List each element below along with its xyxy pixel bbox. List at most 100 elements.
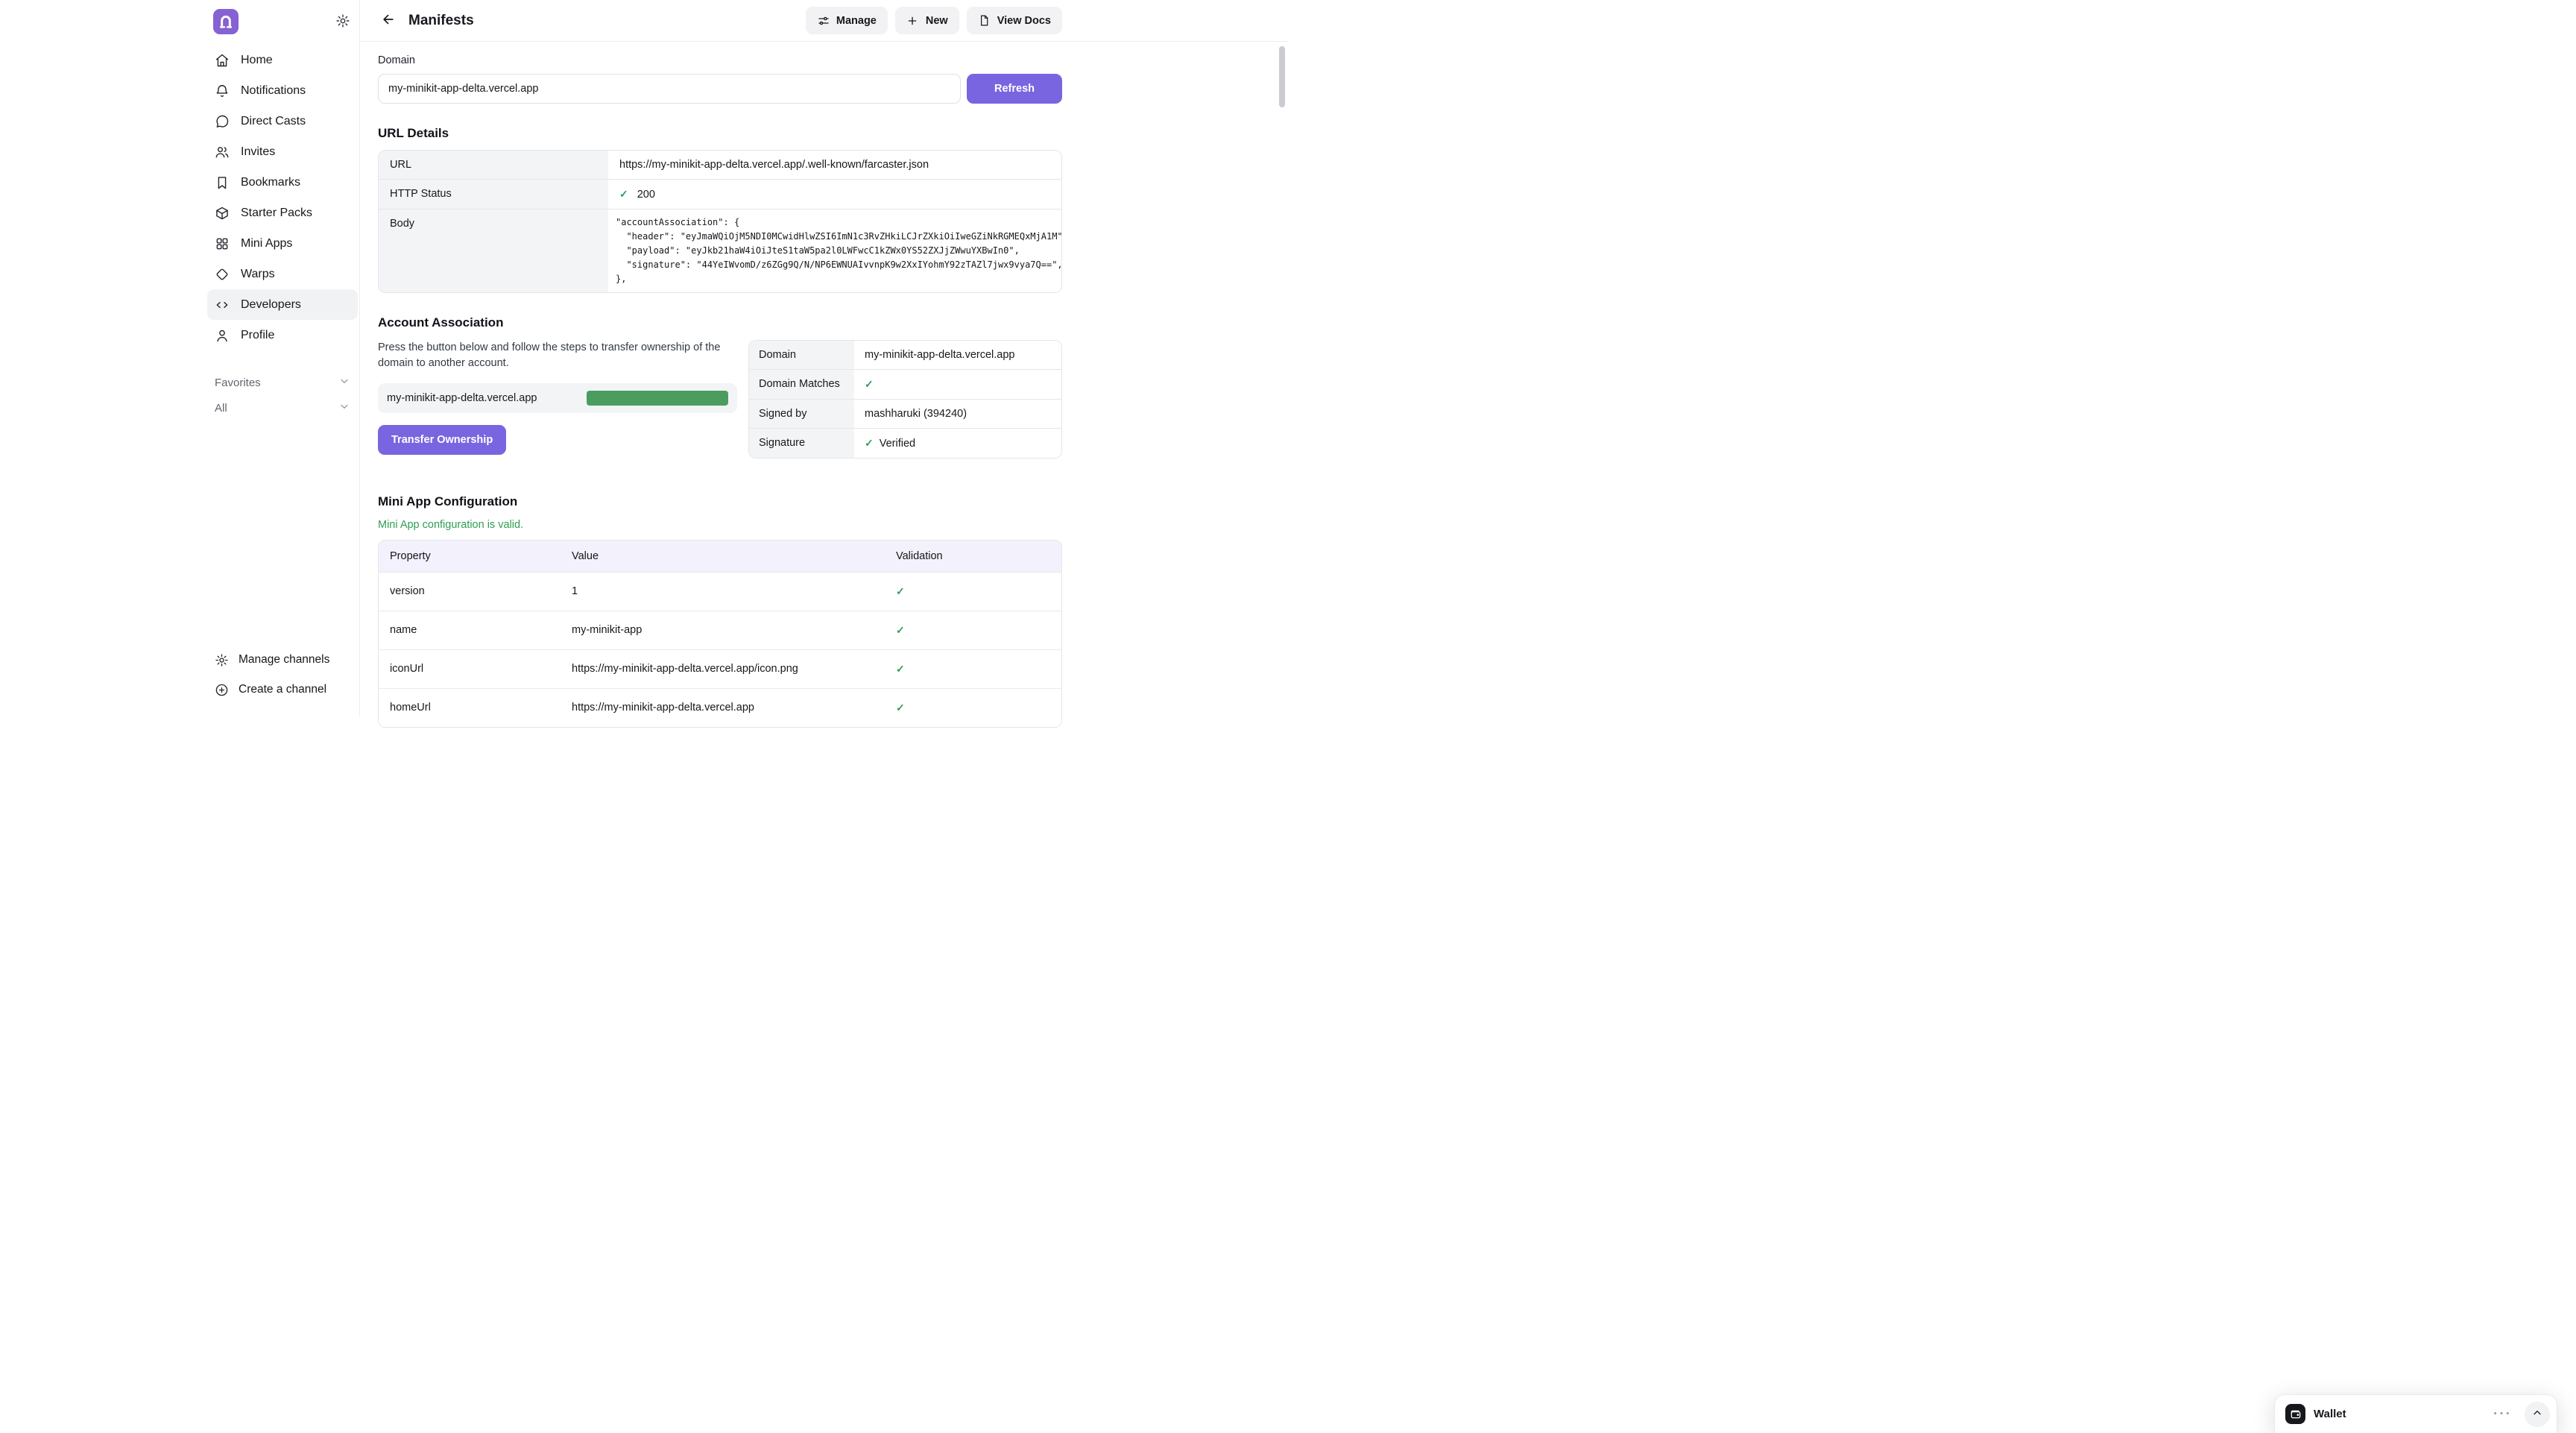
wallet-bar[interactable]: Wallet ··· (2274, 1394, 2557, 1433)
code-line: }, (616, 272, 1061, 286)
main-panel: Manifests Manage New (360, 0, 1288, 716)
wallet-collapse-button[interactable] (2525, 1402, 2550, 1427)
gear-icon (335, 13, 350, 31)
table-row: Signature ✓ Verified (749, 428, 1061, 458)
sidebar-item-warps[interactable]: Warps (207, 259, 358, 289)
chat-bubble-icon (215, 114, 231, 129)
account-association-table: Domain my-minikit-app-delta.vercel.app D… (748, 340, 1062, 459)
favorites-toggle[interactable]: Favorites (207, 370, 358, 395)
sidebar-item-label: Mini Apps (241, 237, 292, 251)
url-details-heading: URL Details (378, 126, 1062, 141)
check-icon: ✓ (896, 702, 905, 714)
sidebar-item-notifications[interactable]: Notifications (207, 75, 358, 106)
all-label: All (215, 402, 227, 415)
new-button[interactable]: New (895, 7, 959, 34)
property-cell: version (379, 573, 561, 611)
sidebar-nav: Home Notifications Direct Casts Invites (207, 45, 358, 350)
ellipsis-icon: ··· (2493, 1406, 2512, 1422)
sidebar-item-starter-packs[interactable]: Starter Packs (207, 198, 358, 228)
scrollbar-thumb[interactable] (1279, 46, 1285, 107)
grid-icon (215, 236, 231, 251)
refresh-button[interactable]: Refresh (967, 74, 1062, 104)
code-line: "header": "eyJmaWQiOjM5NDI0MCwidHlwZSI6I… (616, 230, 1061, 244)
gear-icon (215, 653, 230, 667)
app-root: Home Notifications Direct Casts Invites (0, 0, 1288, 716)
table-row: URL https://my-minikit-app-delta.vercel.… (379, 151, 1061, 179)
sidebar-item-label: Home (241, 54, 273, 67)
back-button[interactable] (378, 10, 399, 31)
view-docs-button[interactable]: View Docs (967, 7, 1062, 34)
manifest-body-code: "accountAssociation": { "header": "eyJma… (608, 210, 1061, 292)
mini-app-config-heading: Mini App Configuration (378, 494, 1062, 509)
signature-redacted-bar (587, 391, 728, 406)
sidebar-top (207, 7, 358, 39)
wallet-icon (2285, 1404, 2305, 1424)
manifest-content: Domain Refresh URL Details URL https://m… (360, 42, 1062, 758)
check-icon: ✓ (896, 624, 905, 636)
view-docs-button-label: View Docs (997, 15, 1051, 27)
url-details-section: URL Details URL https://my-minikit-app-d… (378, 126, 1062, 293)
domain-label: Domain (378, 54, 1062, 66)
check-icon: ✓ (619, 188, 628, 201)
chevron-up-icon (2531, 1407, 2543, 1421)
aa-signed-by-label: Signed by (749, 400, 854, 428)
table-row: Body "accountAssociation": { "header": "… (379, 209, 1061, 292)
url-row-label: URL (379, 151, 608, 179)
column-header-property: Property (379, 541, 561, 572)
users-icon (215, 145, 231, 160)
ownership-domain-value: my-minikit-app-delta.vercel.app (387, 392, 537, 404)
code-line: "payload": "eyJkb21haW4iOiJteS1taW5pa2l0… (616, 244, 1061, 258)
domain-input[interactable] (378, 74, 961, 104)
sidebar-item-mini-apps[interactable]: Mini Apps (207, 228, 358, 259)
sidebar-item-label: Starter Packs (241, 207, 312, 220)
sidebar-item-label: Notifications (241, 84, 306, 98)
back-arrow-icon (381, 12, 396, 29)
check-icon: ✓ (896, 663, 905, 675)
domain-section: Domain Refresh (378, 54, 1062, 104)
manage-button[interactable]: Manage (806, 7, 888, 34)
new-button-label: New (926, 15, 948, 27)
sidebar-item-invites[interactable]: Invites (207, 136, 358, 167)
property-cell: homeUrl (379, 689, 561, 727)
sidebar-item-profile[interactable]: Profile (207, 320, 358, 350)
sidebar-item-home[interactable]: Home (207, 45, 358, 75)
code-line: "accountAssociation": { (616, 215, 1061, 230)
farcaster-logo[interactable] (213, 9, 239, 34)
sidebar-item-developers[interactable]: Developers (207, 289, 358, 320)
transfer-description: Press the button below and follow the st… (378, 340, 737, 371)
settings-button[interactable] (334, 12, 352, 32)
package-icon (215, 206, 231, 221)
aa-signed-by-value: mashharuki (394240) (865, 408, 967, 420)
property-cell: iconUrl (379, 650, 561, 688)
table-row: Domain my-minikit-app-delta.vercel.app (749, 341, 1061, 369)
arch-glyph (218, 13, 234, 30)
wallet-more-button[interactable]: ··· (2489, 1405, 2516, 1424)
value-cell: 1 (561, 573, 885, 611)
mini-app-config-table: Property Value Validation version 1 ✓ na… (378, 540, 1062, 728)
table-row: version 1 ✓ (379, 572, 1061, 611)
all-toggle[interactable]: All (207, 395, 358, 421)
url-details-table: URL https://my-minikit-app-delta.vercel.… (378, 150, 1062, 293)
http-status-label: HTTP Status (379, 180, 608, 209)
page-title: Manifests (408, 13, 474, 29)
url-value: https://my-minikit-app-delta.vercel.app/… (619, 159, 929, 171)
table-header-row: Property Value Validation (379, 541, 1061, 572)
table-row: iconUrl https://my-minikit-app-delta.ver… (379, 649, 1061, 688)
ownership-domain-box: my-minikit-app-delta.vercel.app (378, 383, 737, 413)
table-row: HTTP Status ✓ 200 (379, 179, 1061, 209)
column-header-value: Value (561, 541, 885, 572)
create-channel-button[interactable]: Create a channel (207, 675, 358, 705)
manage-icon (817, 14, 830, 28)
manage-channels-button[interactable]: Manage channels (207, 645, 358, 675)
page-header: Manifests Manage New (360, 0, 1288, 42)
transfer-ownership-button[interactable]: Transfer Ownership (378, 425, 506, 455)
home-icon (215, 53, 231, 68)
table-row: Domain Matches ✓ (749, 369, 1061, 399)
manage-channels-label: Manage channels (239, 653, 329, 667)
sidebar-item-bookmarks[interactable]: Bookmarks (207, 167, 358, 198)
sidebar-item-direct-casts[interactable]: Direct Casts (207, 106, 358, 136)
value-cell: https://my-minikit-app-delta.vercel.app/… (561, 650, 885, 688)
plus-circle-icon (215, 683, 230, 697)
sidebar-item-label: Bookmarks (241, 176, 300, 189)
code-line: "signature": "44YeIWvomD/z6ZGg9Q/N/NP6EW… (616, 258, 1061, 272)
